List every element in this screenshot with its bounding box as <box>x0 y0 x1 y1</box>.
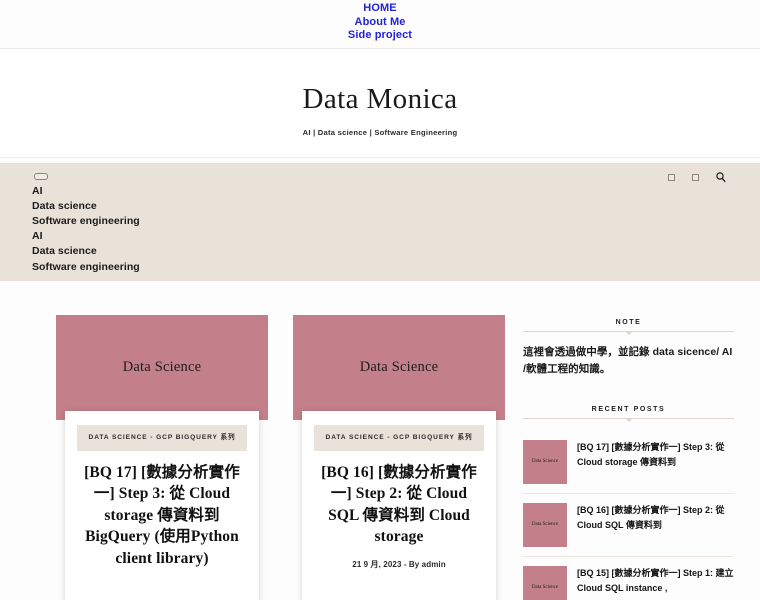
recent-post-thumbnail-label: Data Science <box>531 459 559 465</box>
square-icon-2[interactable] <box>692 173 699 181</box>
recent-post-thumbnail-label: Data Science <box>531 585 559 591</box>
recent-posts-widget: RECENT POSTS Data Science [BQ 17] [數據分析實… <box>523 406 734 600</box>
post-title[interactable]: [BQ 17] [數據分析實作一] Step 3: 從 Cloud storag… <box>77 462 247 570</box>
post-title[interactable]: [BQ 16] [數據分析實作一] Step 2: 從 Cloud SQL 傳資… <box>314 462 484 548</box>
nav-item-software-engineering-1[interactable]: Software engineering <box>32 214 748 229</box>
recent-post-title[interactable]: [BQ 17] [數據分析實作一] Step 3: 從 Cloud storag… <box>577 440 734 470</box>
recent-posts-heading: RECENT POSTS <box>591 405 666 413</box>
top-links-bar: HOME About Me Side project <box>0 0 760 49</box>
recent-post-title[interactable]: [BQ 15] [數據分析實作一] Step 1: 建立 Cloud SQL i… <box>577 566 734 596</box>
square-icon-1[interactable] <box>668 173 675 181</box>
primary-navigation: AI Data science Software engineering AI … <box>0 162 760 281</box>
post-thumbnail[interactable]: Data Science <box>293 314 505 420</box>
post-grid: Data Science DATA SCIENCE - GCP BIGQUERY… <box>20 314 505 600</box>
list-item[interactable]: Data Science [BQ 17] [數據分析實作一] Step 3: 從… <box>523 431 734 494</box>
post-category[interactable]: DATA SCIENCE - GCP BIGQUERY 系列 <box>77 424 247 451</box>
nav-item-data-science-2[interactable]: Data science <box>32 244 748 259</box>
recent-post-thumbnail[interactable]: Data Science <box>523 565 567 600</box>
post-body: DATA SCIENCE - GCP BIGQUERY 系列 [BQ 17] [… <box>65 410 259 600</box>
list-item[interactable]: Data Science [BQ 15] [數據分析實作一] Step 1: 建… <box>523 557 734 600</box>
recent-post-title[interactable]: [BQ 16] [數據分析實作一] Step 2: 從 Cloud SQL 傳資… <box>577 503 734 533</box>
note-widget: NOTE 這裡會透過做中學，並記錄 data sicence/ AI /軟體工程… <box>523 319 734 378</box>
post-meta: 21 9 月, 2023 - By admin <box>352 559 446 569</box>
post-thumbnail-label: Data Science <box>359 358 439 375</box>
top-link-home[interactable]: HOME <box>0 2 760 16</box>
post-card[interactable]: Data Science DATA SCIENCE - GCP BIGQUERY… <box>293 314 505 600</box>
nav-item-software-engineering-2[interactable]: Software engineering <box>32 259 748 274</box>
note-widget-divider <box>523 330 734 332</box>
note-widget-text: 這裡會透過做中學，並記錄 data sicence/ AI /軟體工程的知識。 <box>523 345 733 375</box>
post-card[interactable]: Data Science DATA SCIENCE - GCP BIGQUERY… <box>56 314 268 600</box>
nav-item-ai-2[interactable]: AI <box>32 229 748 244</box>
site-masthead: Data Monica AI | Data science | Software… <box>0 48 760 158</box>
nav-item-ai-1[interactable]: AI <box>32 184 748 199</box>
main-content-area: Data Science DATA SCIENCE - GCP BIGQUERY… <box>0 281 760 600</box>
post-thumbnail[interactable]: Data Science <box>56 314 268 420</box>
post-category[interactable]: DATA SCIENCE - GCP BIGQUERY 系列 <box>314 424 484 451</box>
top-link-side-project[interactable]: Side project <box>0 29 760 43</box>
post-thumbnail-label: Data Science <box>122 358 202 375</box>
recent-post-thumbnail-label: Data Science <box>531 522 559 528</box>
nav-list: AI Data science Software engineering AI … <box>32 184 748 275</box>
menu-toggle-icon[interactable] <box>34 172 48 180</box>
post-body: DATA SCIENCE - GCP BIGQUERY 系列 [BQ 16] [… <box>302 410 496 600</box>
top-link-about-me[interactable]: About Me <box>0 16 760 30</box>
search-icon[interactable] <box>716 171 726 183</box>
sidebar: NOTE 這裡會透過做中學，並記錄 data sicence/ AI /軟體工程… <box>523 315 740 600</box>
note-widget-heading: NOTE <box>615 318 642 326</box>
recent-posts-divider <box>523 417 734 419</box>
site-tagline: AI | Data science | Software Engineering <box>302 127 458 137</box>
nav-icon-group <box>668 171 726 183</box>
site-title[interactable]: Data Monica <box>0 82 760 116</box>
recent-post-thumbnail[interactable]: Data Science <box>523 502 567 547</box>
list-item[interactable]: Data Science [BQ 16] [數據分析實作一] Step 2: 從… <box>523 494 734 557</box>
nav-item-data-science-1[interactable]: Data science <box>32 199 748 214</box>
recent-post-thumbnail[interactable]: Data Science <box>523 439 567 484</box>
